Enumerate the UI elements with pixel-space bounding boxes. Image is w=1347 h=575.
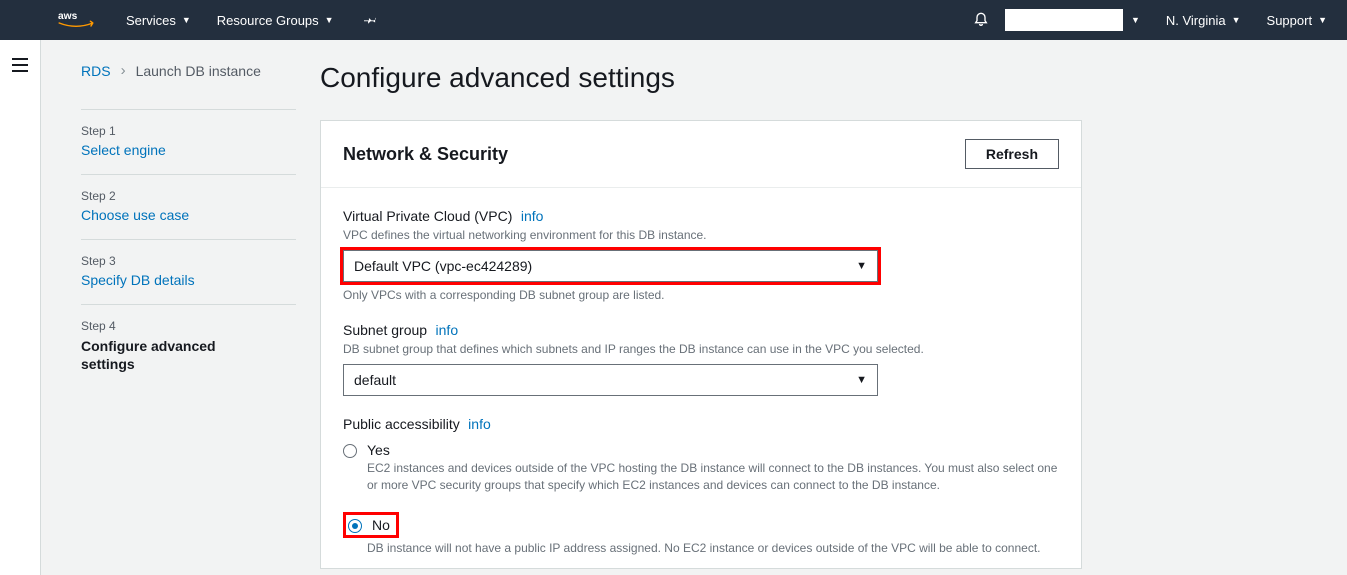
- caret-down-icon: ▼: [182, 15, 191, 25]
- breadcrumb: RDS › Launch DB instance: [81, 62, 296, 79]
- public-yes-label: Yes: [367, 442, 390, 458]
- aws-logo[interactable]: aws: [58, 9, 94, 31]
- public-no-label: No: [372, 517, 390, 533]
- wizard-step-4: Step 4 Configure advanced settings: [81, 304, 296, 389]
- nav-resource-groups[interactable]: Resource Groups ▼: [217, 13, 334, 28]
- step-label: Step 4: [81, 319, 296, 333]
- vpc-info-link[interactable]: info: [521, 208, 544, 224]
- step-title: Specify DB details: [81, 272, 296, 288]
- account-menu[interactable]: [1005, 9, 1123, 31]
- public-accessibility-field: Public accessibility info Yes EC2 instan…: [343, 416, 1059, 556]
- subnet-label: Subnet group: [343, 322, 427, 338]
- svg-text:aws: aws: [58, 11, 78, 22]
- vpc-select[interactable]: Default VPC (vpc-ec424289) ▼: [343, 250, 878, 282]
- nav-services[interactable]: Services ▼: [126, 13, 191, 28]
- step-label: Step 3: [81, 254, 296, 268]
- notifications-icon[interactable]: [973, 10, 989, 31]
- chevron-down-icon: ▼: [856, 251, 867, 281]
- nav-support[interactable]: Support ▼: [1267, 13, 1327, 28]
- subnet-field: Subnet group info DB subnet group that d…: [343, 322, 1059, 396]
- nav-resource-groups-label: Resource Groups: [217, 13, 319, 28]
- public-no-description: DB instance will not have a public IP ad…: [367, 540, 1059, 557]
- caret-down-icon: ▼: [1131, 15, 1140, 25]
- subnet-description: DB subnet group that defines which subne…: [343, 342, 1059, 356]
- vpc-note: Only VPCs with a corresponding DB subnet…: [343, 288, 1059, 302]
- vpc-select-value: Default VPC (vpc-ec424289): [354, 258, 532, 274]
- wizard-sidebar: RDS › Launch DB instance Step 1 Select e…: [41, 40, 318, 575]
- nav-services-label: Services: [126, 13, 176, 28]
- radio-icon[interactable]: [343, 444, 357, 458]
- hamburger-icon[interactable]: [12, 58, 28, 77]
- public-label: Public accessibility: [343, 416, 460, 432]
- public-info-link[interactable]: info: [468, 416, 491, 432]
- side-toggle-column: [0, 40, 41, 575]
- vpc-label: Virtual Private Cloud (VPC): [343, 208, 512, 224]
- step-title: Configure advanced settings: [81, 337, 251, 373]
- breadcrumb-current: Launch DB instance: [136, 63, 261, 79]
- panel-heading: Network & Security: [343, 144, 508, 165]
- subnet-select-value: default: [354, 372, 396, 388]
- subnet-info-link[interactable]: info: [436, 322, 459, 338]
- wizard-step-3[interactable]: Step 3 Specify DB details: [81, 239, 296, 304]
- caret-down-icon: ▼: [1318, 15, 1327, 25]
- vpc-description: VPC defines the virtual networking envir…: [343, 228, 1059, 242]
- top-nav: aws Services ▼ Resource Groups ▼ ▼ N. Vi…: [0, 0, 1347, 40]
- public-no-option[interactable]: No: [343, 512, 399, 538]
- step-title: Select engine: [81, 142, 296, 158]
- wizard-step-2[interactable]: Step 2 Choose use case: [81, 174, 296, 239]
- radio-icon[interactable]: [348, 519, 362, 533]
- chevron-right-icon: ›: [121, 62, 126, 79]
- nav-support-label: Support: [1267, 13, 1313, 28]
- refresh-button[interactable]: Refresh: [965, 139, 1059, 169]
- vpc-field: Virtual Private Cloud (VPC) info VPC def…: [343, 208, 1059, 302]
- page-title: Configure advanced settings: [320, 62, 1327, 94]
- nav-region-label: N. Virginia: [1166, 13, 1226, 28]
- nav-region[interactable]: N. Virginia ▼: [1166, 13, 1241, 28]
- wizard-step-1[interactable]: Step 1 Select engine: [81, 109, 296, 174]
- public-yes-option[interactable]: Yes: [343, 442, 1059, 458]
- step-label: Step 1: [81, 124, 296, 138]
- public-yes-description: EC2 instances and devices outside of the…: [367, 460, 1059, 494]
- subnet-select[interactable]: default ▼: [343, 364, 878, 396]
- main-content: Configure advanced settings Network & Se…: [318, 40, 1347, 575]
- network-security-panel: Network & Security Refresh Virtual Priva…: [320, 120, 1082, 569]
- step-label: Step 2: [81, 189, 296, 203]
- caret-down-icon: ▼: [325, 15, 334, 25]
- caret-down-icon: ▼: [1232, 15, 1241, 25]
- breadcrumb-root[interactable]: RDS: [81, 63, 111, 79]
- chevron-down-icon: ▼: [856, 365, 867, 395]
- step-title: Choose use case: [81, 207, 296, 223]
- pin-icon[interactable]: [364, 13, 378, 27]
